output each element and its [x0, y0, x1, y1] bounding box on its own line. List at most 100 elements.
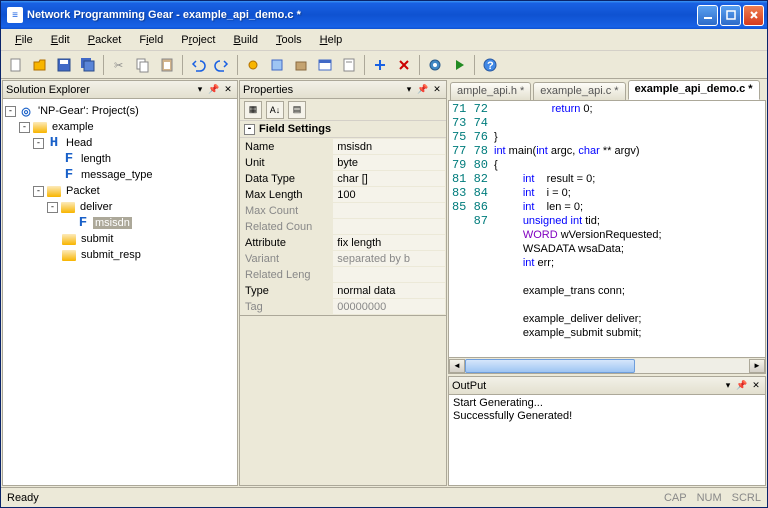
prop-row-variant[interactable]: Variantseparated by b — [241, 251, 446, 267]
help-button[interactable]: ? — [479, 54, 501, 76]
prop-row-unit[interactable]: Unitbyte — [241, 155, 446, 171]
separator — [237, 55, 238, 75]
paste-button[interactable] — [156, 54, 178, 76]
tree-node-example[interactable]: -example — [5, 119, 235, 135]
code-body[interactable]: return 0; } int main(int argc, char ** a… — [494, 101, 765, 357]
redo-icon — [214, 57, 230, 73]
horizontal-scrollbar[interactable]: ◄ ► — [448, 358, 766, 374]
tree-node-deliver[interactable]: -deliver — [5, 199, 235, 215]
alphabetical-icon[interactable]: A↓ — [266, 101, 284, 119]
svg-text:?: ? — [487, 60, 494, 72]
copy-icon — [135, 57, 151, 73]
build-button[interactable] — [424, 54, 446, 76]
editor-tabs: ample_api.h * example_api.c * example_ap… — [448, 80, 766, 100]
pin-icon[interactable]: 📌 — [736, 380, 748, 392]
tab-example-api-demo-c[interactable]: example_api_demo.c * — [628, 80, 760, 100]
close-pane-icon[interactable]: ✕ — [750, 380, 762, 392]
play-icon — [451, 57, 467, 73]
tree-node-submit-resp[interactable]: submit_resp — [5, 247, 235, 263]
solution-explorer-pane: Solution Explorer ▾ 📌 ✕ -'NP-Gear': Proj… — [2, 80, 238, 486]
prop-row-maxlength[interactable]: Max Length100 — [241, 187, 446, 203]
categorized-icon[interactable]: ▦ — [244, 101, 262, 119]
output-pane: OutPut ▾ 📌 ✕ Start Generating...Successf… — [448, 376, 766, 486]
tree-node-head[interactable]: -HHead — [5, 135, 235, 151]
status-num: NUM — [697, 492, 722, 504]
code-editor[interactable]: 71 72 73 74 75 76 77 78 79 80 81 82 83 8… — [448, 100, 766, 358]
section-field-settings[interactable]: -Field Settings — [240, 121, 446, 138]
dropdown-icon[interactable]: ▾ — [194, 84, 206, 96]
dropdown-icon[interactable]: ▾ — [403, 84, 415, 96]
new-icon — [8, 57, 24, 73]
open-icon — [32, 57, 48, 73]
tool-a-button[interactable] — [242, 54, 264, 76]
menu-build[interactable]: Build — [226, 32, 266, 48]
pin-icon[interactable]: 📌 — [208, 84, 220, 96]
tool-c-button[interactable] — [290, 54, 312, 76]
solution-tree: -'NP-Gear': Project(s) -example -HHead F… — [3, 99, 237, 485]
line-numbers: 71 72 73 74 75 76 77 78 79 80 81 82 83 8… — [449, 101, 494, 357]
explorer-title: Solution Explorer — [6, 84, 192, 96]
prop-row-tag[interactable]: Tag00000000 — [241, 299, 446, 315]
minimize-button[interactable] — [697, 5, 718, 26]
output-text[interactable]: Start Generating...Successfully Generate… — [449, 395, 765, 485]
close-pane-icon[interactable]: ✕ — [222, 84, 234, 96]
tree-root[interactable]: -'NP-Gear': Project(s) — [5, 103, 235, 119]
close-icon — [749, 10, 759, 20]
app-icon: ≡ — [7, 7, 23, 23]
app-window: ≡ Network Programming Gear - example_api… — [0, 0, 768, 508]
window-title: Network Programming Gear - example_api_d… — [27, 9, 697, 21]
cut-button[interactable]: ✂ — [108, 54, 130, 76]
menu-field[interactable]: Field — [131, 32, 171, 48]
explorer-header: Solution Explorer ▾ 📌 ✕ — [3, 81, 237, 99]
prop-row-name[interactable]: Namemsisdn — [241, 139, 446, 155]
copy-button[interactable] — [132, 54, 154, 76]
status-scrl: SCRL — [732, 492, 761, 504]
tree-node-submit[interactable]: submit — [5, 231, 235, 247]
scroll-right-icon[interactable]: ► — [749, 359, 765, 373]
maximize-button[interactable] — [720, 5, 741, 26]
redo-button[interactable] — [211, 54, 233, 76]
properties-grid: Namemsisdn Unitbyte Data Typechar [] Max… — [240, 138, 446, 315]
tree-node-packet[interactable]: -Packet — [5, 183, 235, 199]
prop-row-relatedlength[interactable]: Related Leng — [241, 267, 446, 283]
tab-ample-api-h[interactable]: ample_api.h * — [450, 82, 531, 100]
undo-button[interactable] — [187, 54, 209, 76]
tree-node-length[interactable]: Flength — [5, 151, 235, 167]
tool-d-button[interactable] — [314, 54, 336, 76]
open-button[interactable] — [29, 54, 51, 76]
tool-b-button[interactable] — [266, 54, 288, 76]
pin-icon[interactable]: 📌 — [417, 84, 429, 96]
statusbar: Ready CAP NUM SCRL — [1, 487, 767, 507]
prop-row-datatype[interactable]: Data Typechar [] — [241, 171, 446, 187]
tool-e-button[interactable] — [338, 54, 360, 76]
remove-button[interactable] — [393, 54, 415, 76]
tab-example-api-c[interactable]: example_api.c * — [533, 82, 625, 100]
run-button[interactable] — [448, 54, 470, 76]
scroll-track[interactable] — [465, 359, 749, 373]
close-pane-icon[interactable]: ✕ — [431, 84, 443, 96]
separator — [103, 55, 104, 75]
prop-row-relatedcount[interactable]: Related Coun — [241, 219, 446, 235]
menu-packet[interactable]: Packet — [80, 32, 130, 48]
add-button[interactable] — [369, 54, 391, 76]
prop-row-type[interactable]: Typenormal data — [241, 283, 446, 299]
prop-row-attribute[interactable]: Attributefix length — [241, 235, 446, 251]
menu-project[interactable]: Project — [173, 32, 223, 48]
editor-area: ample_api.h * example_api.c * example_ap… — [448, 80, 766, 486]
new-button[interactable] — [5, 54, 27, 76]
menu-tools[interactable]: Tools — [268, 32, 310, 48]
menu-edit[interactable]: Edit — [43, 32, 78, 48]
dropdown-icon[interactable]: ▾ — [722, 380, 734, 392]
close-button[interactable] — [743, 5, 764, 26]
prop-page-icon[interactable]: ▤ — [288, 101, 306, 119]
save-button[interactable] — [53, 54, 75, 76]
scroll-left-icon[interactable]: ◄ — [449, 359, 465, 373]
save-all-button[interactable] — [77, 54, 99, 76]
prop-row-maxcount[interactable]: Max Count — [241, 203, 446, 219]
menu-file[interactable]: File — [7, 32, 41, 48]
scroll-thumb[interactable] — [465, 359, 635, 373]
tree-node-message-type[interactable]: Fmessage_type — [5, 167, 235, 183]
menu-help[interactable]: Help — [312, 32, 351, 48]
workspace: Solution Explorer ▾ 📌 ✕ -'NP-Gear': Proj… — [1, 79, 767, 487]
tree-node-msisdn[interactable]: Fmsisdn — [5, 215, 235, 231]
